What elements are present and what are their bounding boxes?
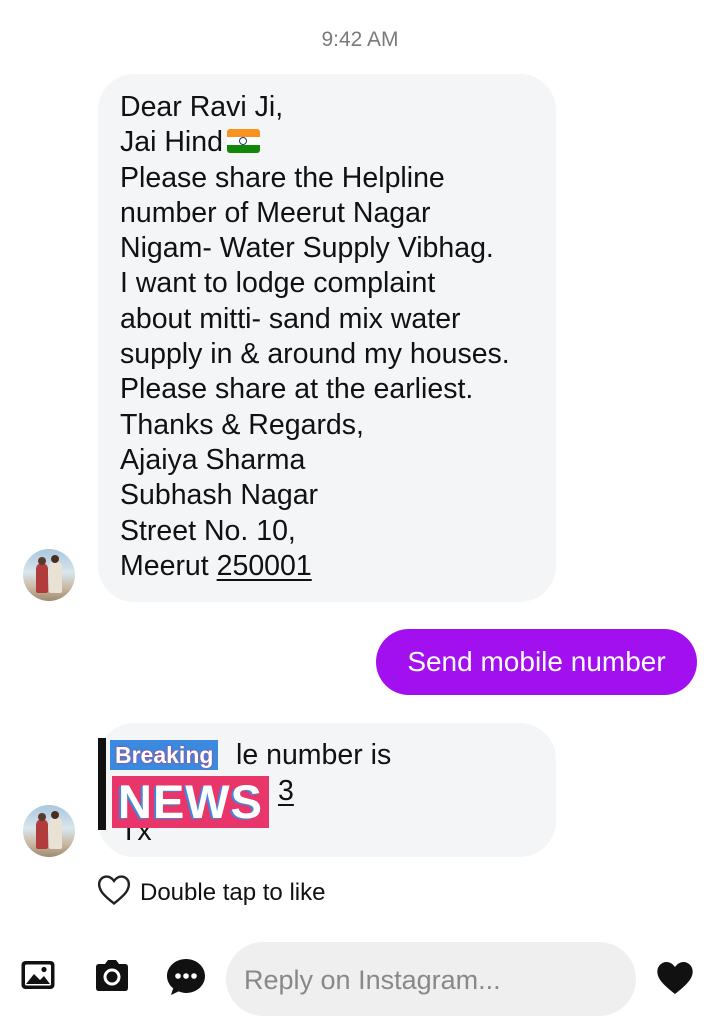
message-line: about mitti- sand mix water xyxy=(120,302,461,335)
message-line: Subhash Nagar xyxy=(120,479,319,512)
sticker-icon[interactable] xyxy=(165,957,207,1002)
camera-icon[interactable] xyxy=(92,957,132,1000)
gallery-icon[interactable] xyxy=(20,957,56,998)
sent-message-bubble[interactable]: Send mobile number xyxy=(376,629,697,695)
message-line-with-flag: Jai Hind xyxy=(120,125,510,160)
message-line: Please share at the earliest. xyxy=(120,373,474,406)
message-line: Dear Ravi Ji, xyxy=(120,91,284,123)
india-flag-icon xyxy=(226,129,260,154)
reply-input[interactable] xyxy=(242,942,626,1018)
message-line: Street No. 10, xyxy=(120,514,296,547)
like-hint-text: Double tap to like xyxy=(140,879,326,906)
sender-avatar[interactable] xyxy=(23,549,75,601)
message-line: I want to lodge complaint xyxy=(120,267,436,300)
message-line: Thanks & Regards, xyxy=(120,408,364,441)
reply-field[interactable] xyxy=(226,942,636,1018)
message-line-city: Meerut 250001 xyxy=(120,549,312,582)
message-line: supply in & around my houses. xyxy=(120,338,510,371)
message-text: Dear Ravi Ji, Jai Hind Please share the … xyxy=(120,90,510,584)
heart-outline-icon xyxy=(97,875,131,905)
pincode-link[interactable]: 250001 xyxy=(217,550,312,582)
received-message-bubble[interactable]: Dear Ravi Ji, Jai Hind Please share the … xyxy=(98,74,556,602)
message-line: Ajaiya Sharma xyxy=(120,443,306,476)
message-line: number of Meerut Nagar xyxy=(120,196,431,229)
message-timestamp: 9:42 AM xyxy=(321,28,399,51)
breaking-news-overlay: Breaking NEWS xyxy=(98,736,283,832)
sender-avatar[interactable] xyxy=(23,805,75,857)
news-label: NEWS xyxy=(112,776,269,828)
overlay-bar xyxy=(98,738,106,830)
message-line: Please share the Helpline xyxy=(120,161,445,194)
breaking-label: Breaking xyxy=(110,740,219,770)
message-line: Nigam- Water Supply Vibhag. xyxy=(120,232,494,265)
heart-icon[interactable] xyxy=(655,960,695,1001)
